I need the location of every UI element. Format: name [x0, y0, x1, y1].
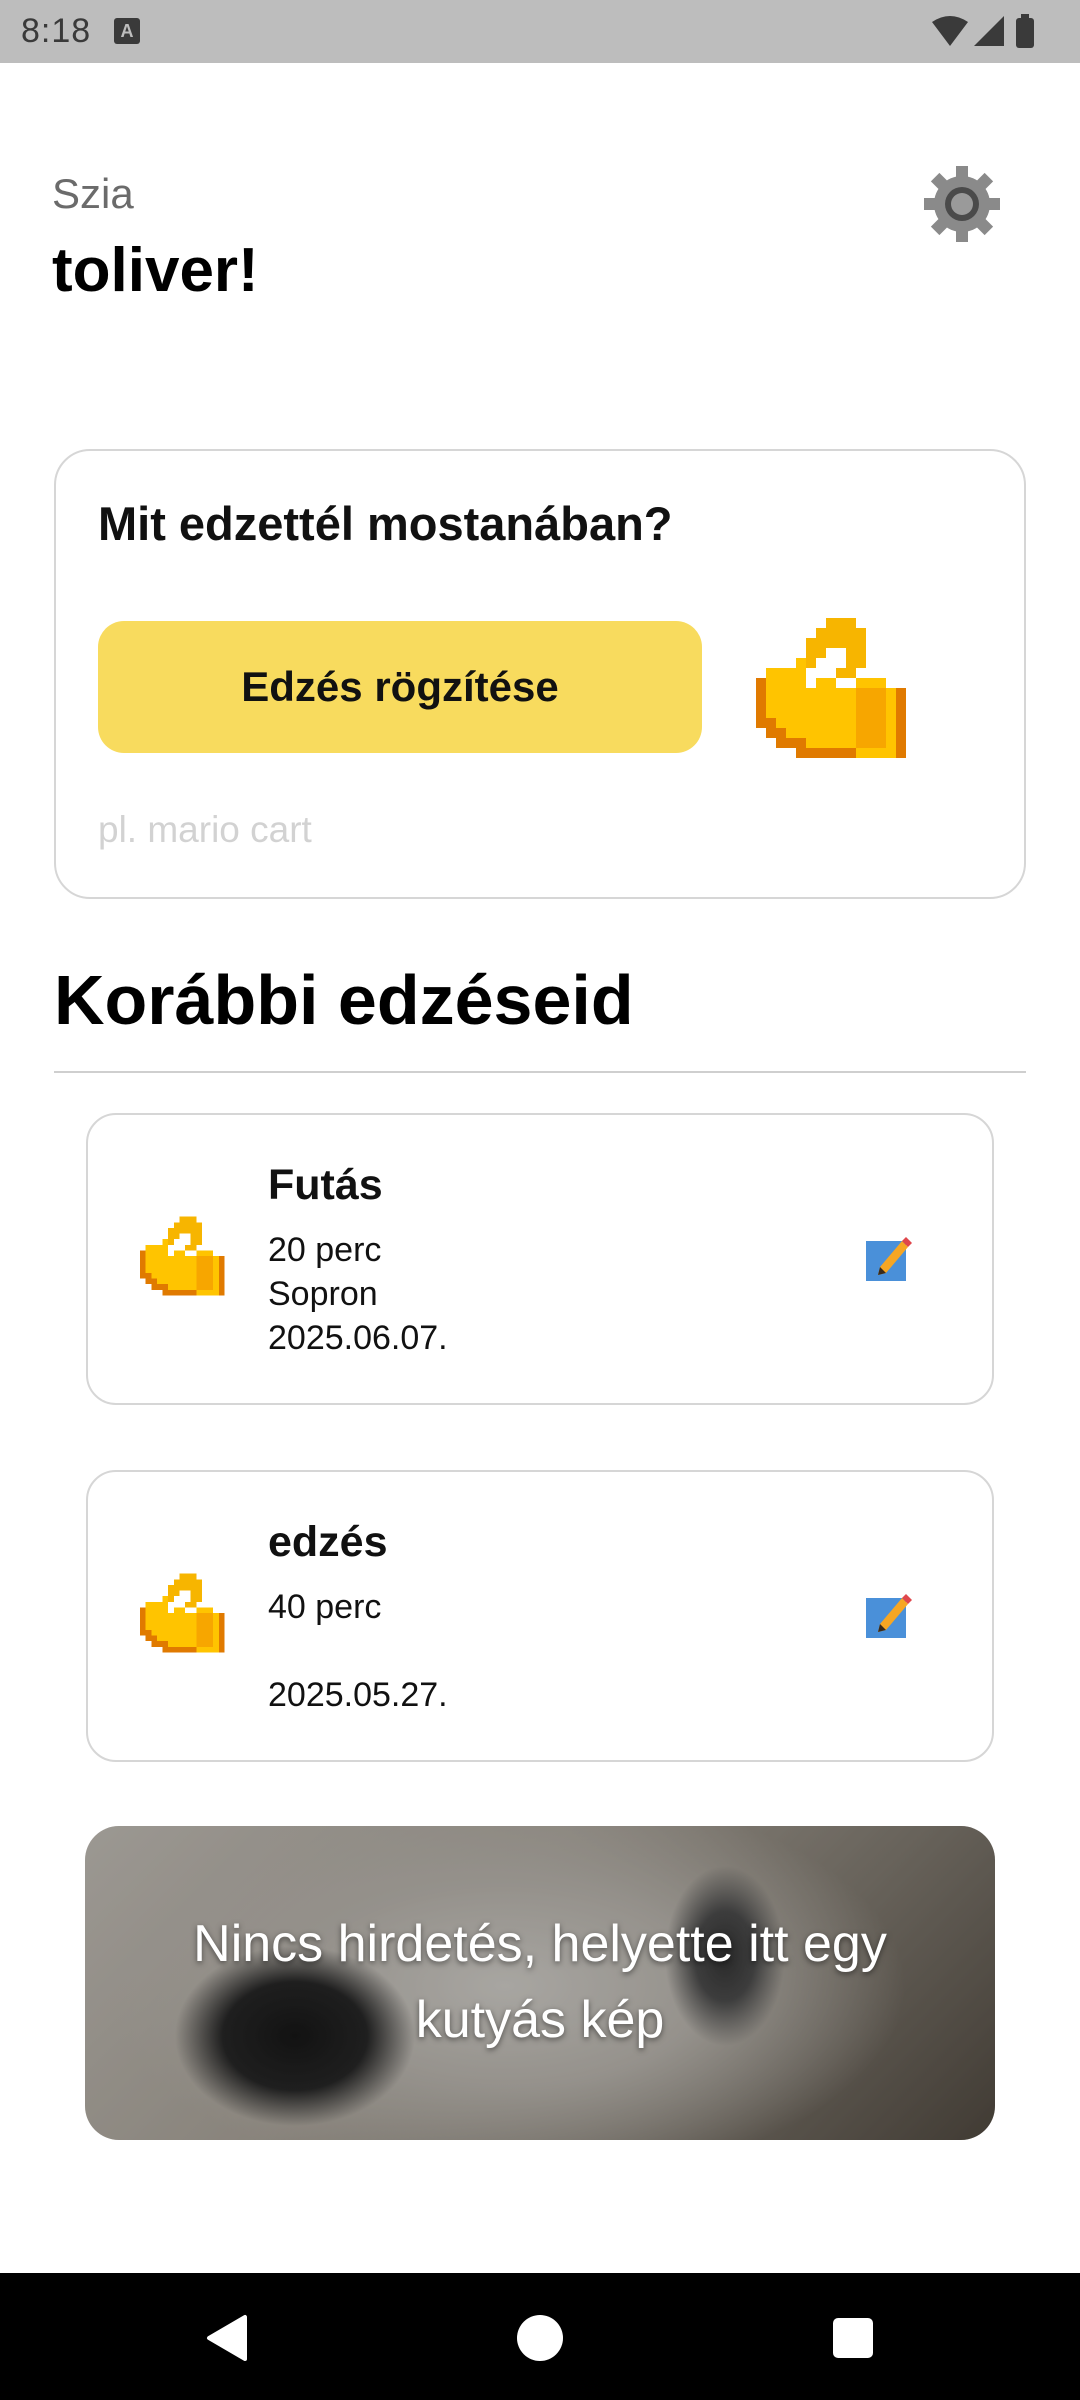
banner-text: Nincs hirdetés, helyette itt egy kutyás …	[85, 1906, 995, 2058]
status-icons	[930, 14, 1050, 50]
divider	[54, 1071, 1026, 1073]
banner-text-line2: kutyás kép	[415, 1991, 665, 2049]
flexed-biceps-icon	[140, 1568, 230, 1658]
workout-location: Sopron	[268, 1275, 378, 1313]
banner-text-line1: Nincs hirdetés, helyette itt egy	[193, 1915, 887, 1973]
edit-pencil-icon[interactable]	[864, 1233, 914, 1283]
status-bar: 8:18 A	[0, 0, 1080, 63]
workout-date: 2025.06.07.	[268, 1319, 448, 1357]
home-icon[interactable]	[515, 2313, 565, 2363]
gear-icon[interactable]	[920, 162, 1004, 246]
record-workout-button[interactable]: Edzés rögzítése	[98, 621, 702, 753]
battery-icon	[1016, 14, 1034, 48]
workout-duration: 20 perc	[268, 1231, 382, 1269]
workout-card[interactable]: Futás 20 perc Sopron 2025.06.07.	[86, 1113, 994, 1405]
prompt-title: Mit edzettél mostanában?	[98, 497, 673, 550]
flexed-biceps-icon	[756, 608, 916, 768]
greeting-text: Szia	[52, 170, 134, 217]
workout-card[interactable]: edzés 40 perc 2025.05.27.	[86, 1470, 994, 1762]
status-time: 8:18	[21, 12, 92, 50]
edit-pencil-icon[interactable]	[864, 1590, 914, 1640]
recents-icon[interactable]	[828, 2313, 878, 2363]
signal-icon	[974, 16, 1004, 46]
dog-photo-banner: Nincs hirdetés, helyette itt egy kutyás …	[85, 1826, 995, 2140]
workout-name: Futás	[268, 1161, 383, 1209]
workout-name-input[interactable]	[98, 805, 798, 855]
username-text: toliver!	[52, 236, 259, 305]
history-title: Korábbi edzéseid	[54, 961, 634, 1039]
system-nav-bar	[0, 2273, 1080, 2400]
workout-name: edzés	[268, 1518, 388, 1566]
flexed-biceps-icon	[140, 1211, 230, 1301]
notification-a-icon: A	[114, 18, 140, 44]
workout-duration: 40 perc	[268, 1588, 382, 1626]
wifi-icon	[932, 16, 968, 46]
back-icon[interactable]	[203, 2313, 253, 2363]
workout-date: 2025.05.27.	[268, 1676, 448, 1714]
